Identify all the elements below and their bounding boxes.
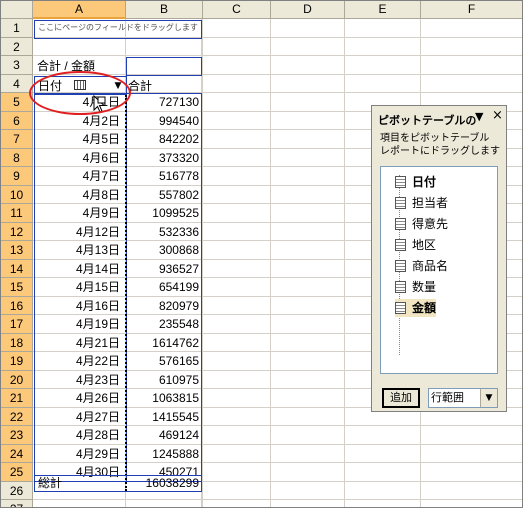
column-area-box[interactable] bbox=[126, 57, 202, 76]
row-header[interactable]: 27 bbox=[1, 500, 33, 507]
pane-description: 項目をピボットテーブル レポートにドラッグします bbox=[380, 133, 500, 157]
add-to-button[interactable]: 追加 bbox=[382, 388, 420, 408]
row-header[interactable]: 5 bbox=[1, 93, 33, 112]
row-header[interactable]: 3 bbox=[1, 56, 33, 75]
grid-row-line bbox=[33, 55, 522, 56]
column-header[interactable]: D bbox=[271, 1, 345, 19]
row-header[interactable]: 1 bbox=[1, 19, 33, 38]
pivot-field-item[interactable]: 得意先 bbox=[395, 215, 448, 233]
row-header[interactable]: 16 bbox=[1, 296, 33, 315]
row-header[interactable]: 24 bbox=[1, 444, 33, 463]
row-area-box bbox=[34, 93, 127, 482]
pane-title: ピボットテーブルの bbox=[378, 114, 477, 127]
pivot-field-label: 日付 bbox=[412, 175, 437, 189]
row-header[interactable]: 20 bbox=[1, 370, 33, 389]
pane-menu-icon[interactable]: ▼ bbox=[475, 110, 483, 123]
row-header[interactable]: 15 bbox=[1, 278, 33, 297]
row-header[interactable]: 11 bbox=[1, 204, 33, 223]
row-header[interactable]: 18 bbox=[1, 333, 33, 352]
field-icon bbox=[395, 301, 406, 314]
row-header[interactable]: 22 bbox=[1, 407, 33, 426]
field-list-box: 日付担当者得意先地区商品名数量金額 bbox=[380, 166, 498, 374]
area-select-value: 行範囲 bbox=[431, 391, 464, 404]
data-area-box bbox=[126, 93, 202, 482]
spreadsheet-window: ABCDEF 1 2 3 4 5 6 7 8 9 10 11 12 13 14 15 16 17 18 19 20 21… bbox=[0, 0, 523, 508]
chevron-down-icon[interactable]: ▼ bbox=[480, 389, 497, 407]
row-header[interactable]: 14 bbox=[1, 259, 33, 278]
row-header[interactable]: 6 bbox=[1, 111, 33, 130]
row-header[interactable]: 21 bbox=[1, 389, 33, 408]
pivot-field-label: 商品名 bbox=[412, 259, 449, 273]
pivot-field-label: 得意先 bbox=[412, 217, 449, 231]
page-field-drop-area[interactable]: ここにページのフィールドをドラッグします bbox=[34, 20, 202, 39]
grid-row-line bbox=[33, 499, 522, 500]
highlight-oval bbox=[29, 71, 131, 115]
column-header[interactable]: F bbox=[421, 1, 522, 19]
field-icon bbox=[395, 238, 406, 251]
column-header[interactable]: E bbox=[345, 1, 421, 19]
row-header[interactable]: 7 bbox=[1, 130, 33, 149]
row-header[interactable]: 19 bbox=[1, 352, 33, 371]
grand-total-label: 総計 bbox=[38, 476, 63, 490]
page-field-hint: ここにページのフィールドをドラッグします bbox=[38, 23, 198, 32]
field-icon bbox=[395, 259, 406, 272]
pivot-field-item[interactable]: 地区 bbox=[395, 236, 436, 254]
grand-total-value: 16038299 bbox=[145, 476, 199, 490]
row-header[interactable]: 12 bbox=[1, 222, 33, 241]
pivot-field-item[interactable]: 商品名 bbox=[395, 257, 448, 275]
row-header[interactable]: 10 bbox=[1, 185, 33, 204]
column-header[interactable]: C bbox=[203, 1, 271, 19]
pivot-field-item[interactable]: 数量 bbox=[395, 278, 436, 296]
pivot-field-label: 数量 bbox=[412, 280, 437, 294]
row-header[interactable]: 17 bbox=[1, 315, 33, 334]
row-header[interactable]: 8 bbox=[1, 148, 33, 167]
field-icon bbox=[395, 280, 406, 293]
row-header[interactable]: 23 bbox=[1, 426, 33, 445]
column-separator-dotted bbox=[125, 95, 127, 491]
pivot-field-item[interactable]: 担当者 bbox=[395, 194, 448, 212]
row-header[interactable]: 2 bbox=[1, 37, 33, 56]
select-all-corner[interactable] bbox=[1, 1, 33, 19]
pivot-field-label: 地区 bbox=[412, 238, 437, 252]
row-header[interactable]: 25 bbox=[1, 463, 33, 482]
close-icon[interactable]: × bbox=[492, 108, 503, 123]
row-header[interactable]: 26 bbox=[1, 481, 33, 500]
field-icon bbox=[395, 217, 406, 230]
pivot-field-label: 金額 bbox=[412, 301, 437, 315]
pivot-field-list-pane: ピボットテーブルの ▼ × 項目をピボットテーブル レポートにドラッグします 日… bbox=[371, 105, 507, 412]
column-header[interactable]: B bbox=[126, 1, 203, 19]
field-icon bbox=[395, 175, 406, 188]
area-select[interactable]: 行範囲 ▼ bbox=[428, 388, 498, 408]
row-header[interactable]: 13 bbox=[1, 241, 33, 260]
pivot-field-label: 担当者 bbox=[412, 196, 449, 210]
pivot-field-item[interactable]: 金額 bbox=[395, 299, 437, 317]
pivot-field-item[interactable]: 日付 bbox=[395, 173, 436, 191]
field-icon bbox=[395, 196, 406, 209]
column-header[interactable]: A bbox=[33, 1, 126, 19]
row-header[interactable]: 9 bbox=[1, 167, 33, 186]
